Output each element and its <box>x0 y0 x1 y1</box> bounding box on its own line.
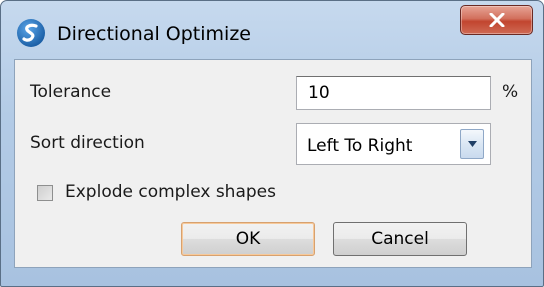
ok-button[interactable]: OK <box>181 222 315 256</box>
close-button[interactable] <box>460 5 533 35</box>
sort-direction-label: Sort direction <box>30 133 145 153</box>
chevron-down-icon <box>468 141 477 147</box>
tolerance-label: Tolerance <box>30 82 112 102</box>
app-logo-icon <box>16 18 46 48</box>
window-title: Directional Optimize <box>57 23 251 45</box>
sort-direction-value: Left To Right <box>307 136 413 156</box>
sort-direction-select[interactable]: Left To Right <box>296 123 491 165</box>
dialog-window: Directional Optimize Tolerance 10 % Sort… <box>0 0 544 287</box>
dropdown-button[interactable] <box>460 129 484 159</box>
tolerance-unit: % <box>502 82 519 102</box>
explode-label[interactable]: Explode complex shapes <box>65 182 276 202</box>
cancel-button[interactable]: Cancel <box>333 222 467 256</box>
close-icon <box>489 13 505 27</box>
bottom-border <box>14 268 532 280</box>
dialog-content: Tolerance 10 % Sort direction Left To Ri… <box>14 59 532 268</box>
tolerance-input[interactable]: 10 <box>296 76 491 110</box>
title-bar[interactable]: Directional Optimize <box>1 1 543 59</box>
explode-checkbox[interactable] <box>37 185 53 201</box>
